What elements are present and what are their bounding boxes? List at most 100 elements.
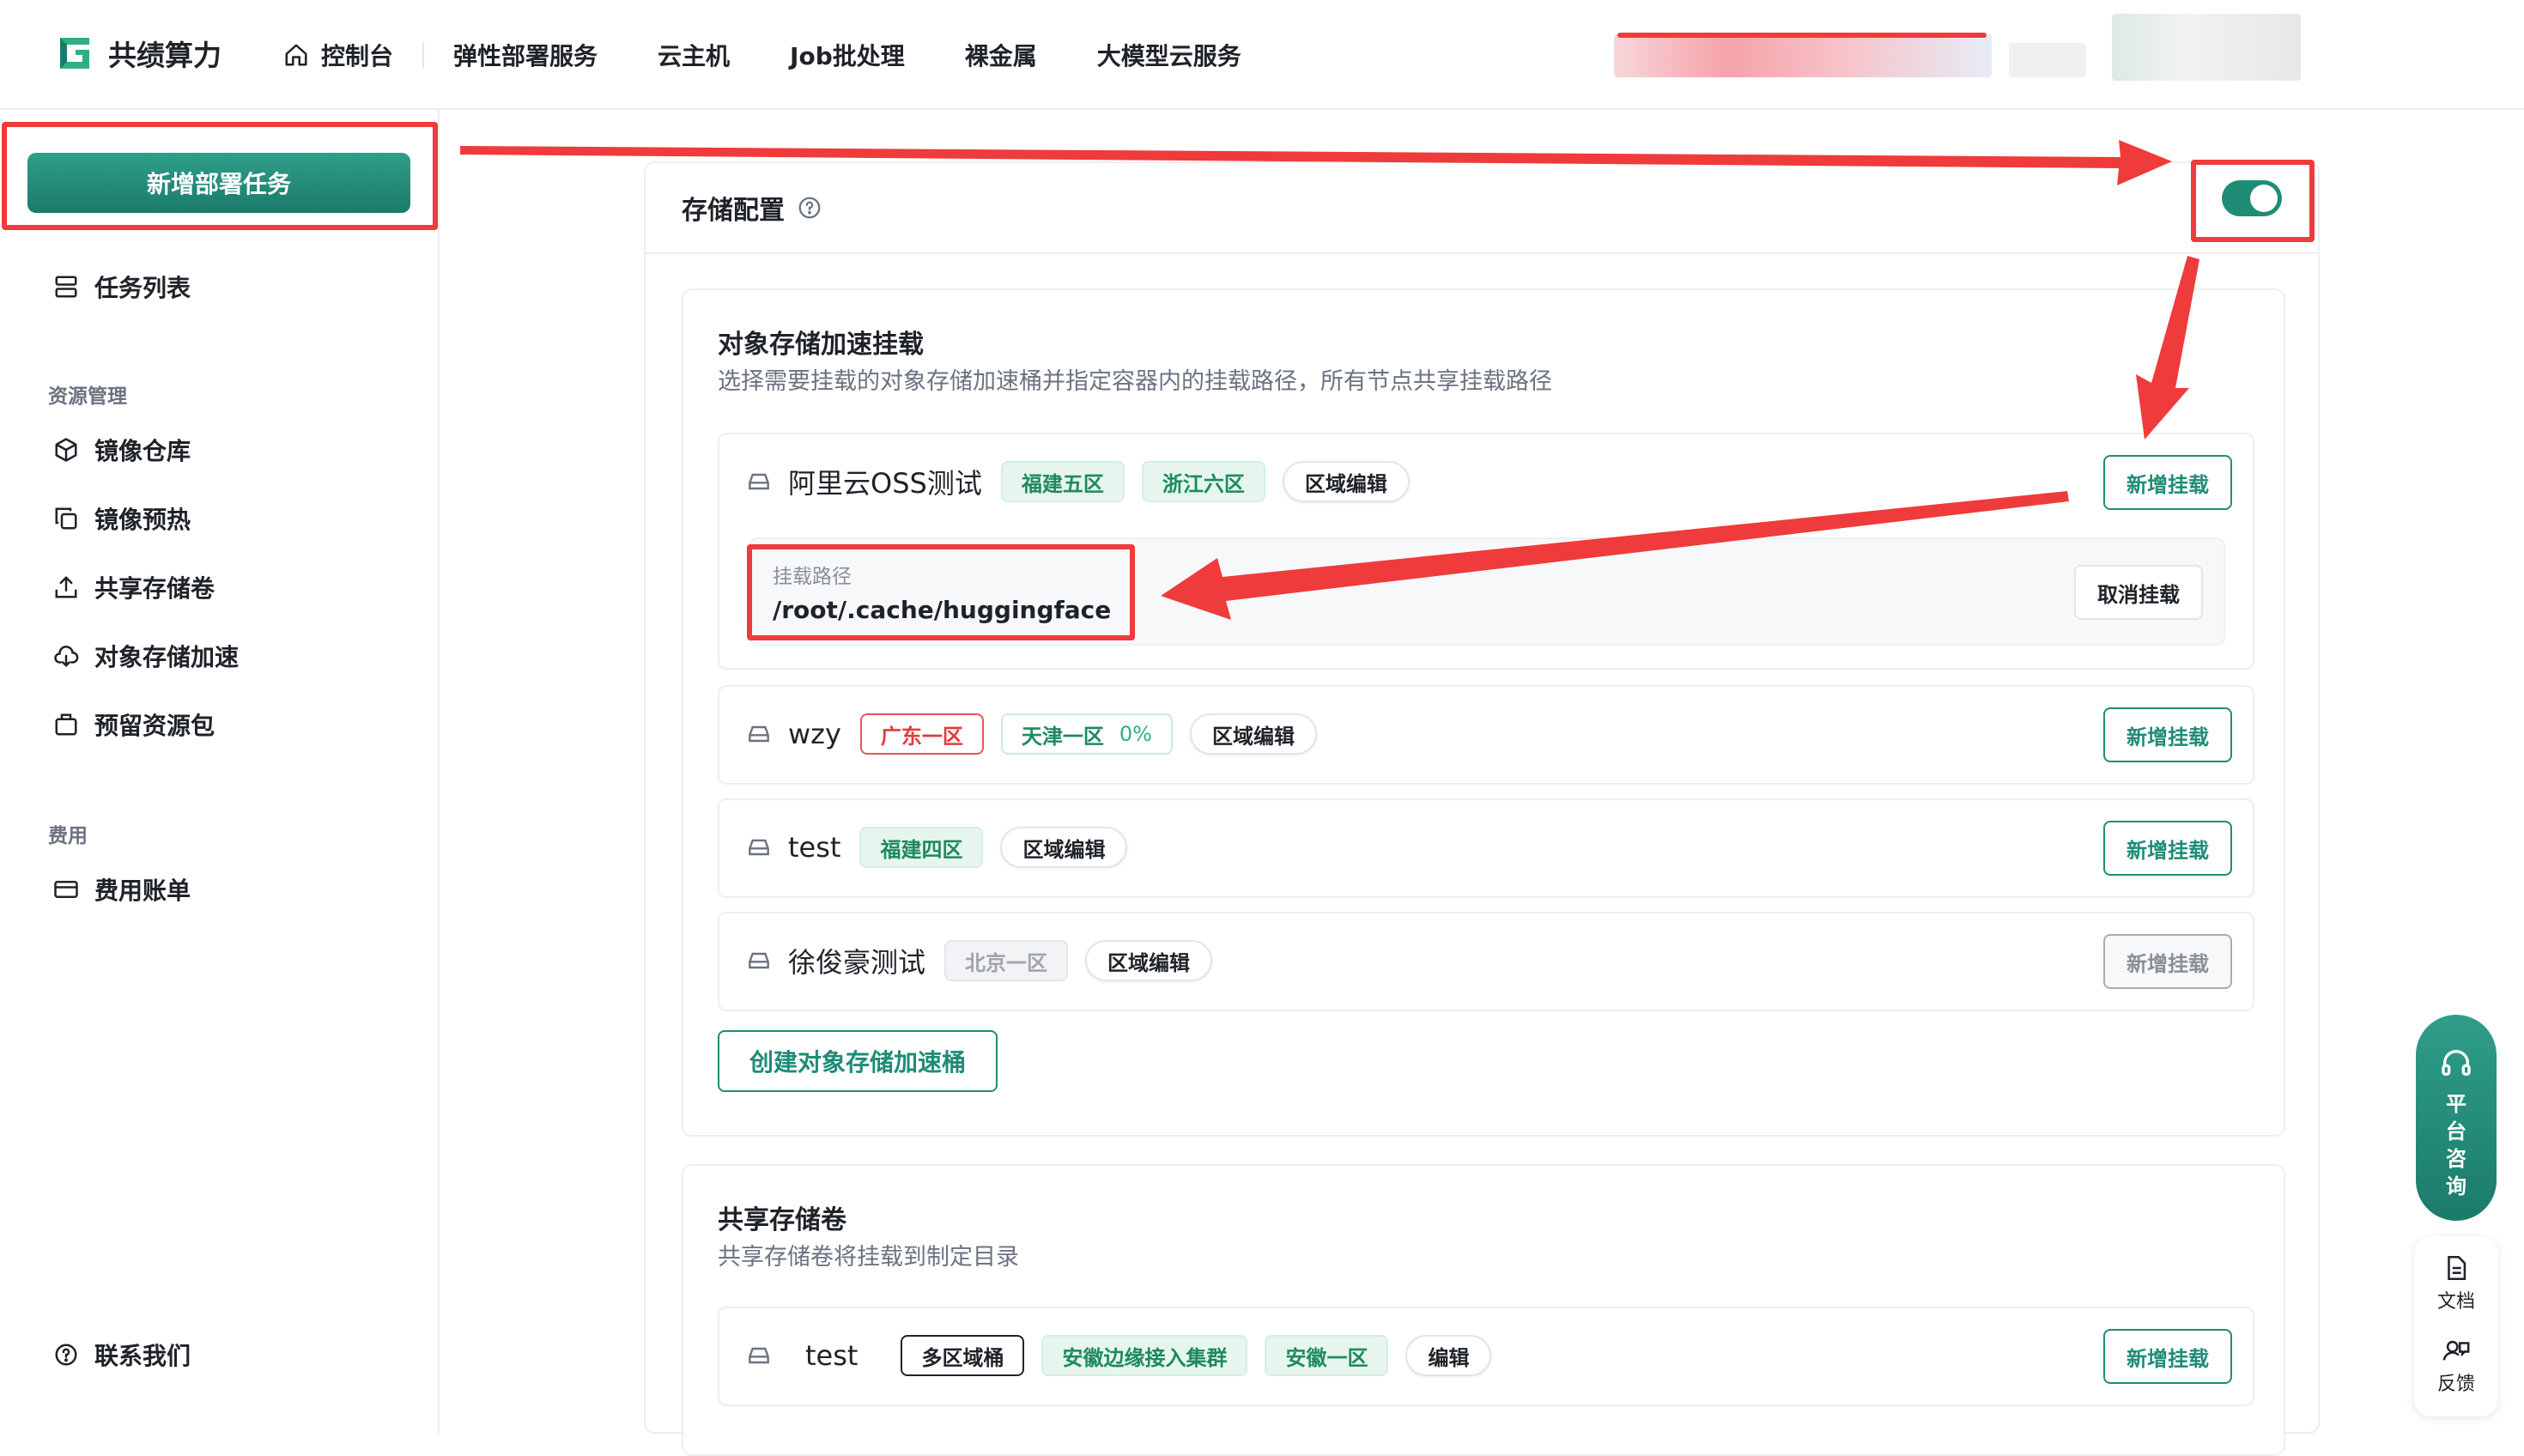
annotation-box-mount-path — [747, 544, 1135, 640]
storage-config-header: 存储配置 — [646, 163, 2318, 254]
bucket-row-head: test 福建四区 区域编辑 — [745, 800, 1128, 895]
storage-config-card: 存储配置 对象存储加速挂载 选择需要挂载的对象存储加速桶并指定容器内的挂载路径，… — [644, 161, 2320, 1456]
bucket-row: wzy 广东一区 天津一区 0% 区域编辑 新增挂载 — [718, 685, 2254, 785]
region-edit-button[interactable]: 区域编辑 — [1000, 827, 1128, 868]
nav-bare-metal[interactable]: 裸金属 — [965, 38, 1037, 72]
platform-consult-label: 平台咨询 — [2446, 1092, 2466, 1198]
storage-config-title-text: 存储配置 — [682, 196, 785, 226]
volume-tag: 安徽一区 — [1265, 1335, 1389, 1376]
sidebar-item-image-preheat[interactable]: 镜像预热 — [53, 501, 191, 536]
nav-label: 云主机 — [658, 42, 731, 70]
region-tag: 福建四区 — [859, 827, 984, 868]
bucket-row: 徐俊豪测试 北京一区 区域编辑 新增挂载 — [718, 912, 2254, 1011]
sidebar-item-label: 共享存储卷 — [94, 574, 215, 603]
cancel-mount-button[interactable]: 取消挂载 — [2074, 565, 2203, 620]
region-tag: 北京一区 — [944, 940, 1069, 981]
home-icon — [285, 44, 307, 66]
bucket-name: test — [788, 831, 841, 864]
sidebar-item-label: 对象存储加速 — [94, 643, 240, 671]
region-edit-button[interactable]: 区域编辑 — [1189, 713, 1317, 755]
nav-job-batch[interactable]: Job批处理 — [790, 38, 905, 72]
region-edit-button[interactable]: 区域编辑 — [1085, 940, 1213, 981]
nav-llm-cloud[interactable]: 大模型云服务 — [1097, 38, 1241, 72]
volume-tag: 安徽边缘接入集群 — [1041, 1335, 1248, 1376]
redacted-avatar[interactable] — [2112, 14, 2301, 81]
annotation-box-new-task — [2, 122, 438, 230]
add-mount-button[interactable]: 新增挂载 — [2103, 934, 2232, 989]
volume-row: test 多区域桶 安徽边缘接入集群 安徽一区 编辑 新增挂载 — [718, 1307, 2254, 1406]
feedback-label: 反馈 — [2436, 1374, 2475, 1395]
feedback-button[interactable]: 反馈 — [2437, 1336, 2475, 1396]
bucket-name: 徐俊豪测试 — [788, 946, 926, 979]
volume-row-head: test 多区域桶 安徽边缘接入集群 安徽一区 编辑 — [745, 1308, 1492, 1403]
help-icon — [55, 1344, 77, 1366]
region-tag-label: 天津一区 — [1021, 724, 1104, 749]
redacted-account-info — [1614, 34, 1992, 77]
sidebar-item-bill[interactable]: 费用账单 — [53, 872, 191, 907]
nav-divider — [422, 42, 425, 68]
add-mount-button[interactable]: 新增挂载 — [2103, 455, 2232, 510]
add-mount-button[interactable]: 新增挂载 — [2103, 821, 2232, 876]
bucket-name: wzy — [788, 718, 841, 750]
cloud-icon — [54, 646, 79, 668]
sidebar-item-contact[interactable]: 联系我们 — [53, 1338, 191, 1372]
upload-icon — [55, 575, 77, 598]
brand-logo[interactable]: 共绩算力 — [53, 33, 221, 74]
sidebar-item-shared-volume[interactable]: 共享存储卷 — [53, 570, 215, 604]
region-tag: 天津一区 0% — [1000, 713, 1173, 755]
drive-icon — [749, 473, 769, 490]
section-description: 选择需要挂载的对象存储加速桶并指定容器内的挂载路径，所有节点共享挂载路径 — [718, 368, 1552, 395]
region-edit-button[interactable]: 区域编辑 — [1282, 461, 1410, 502]
docs-label: 文档 — [2436, 1291, 2475, 1313]
volume-edit-button[interactable]: 编辑 — [1405, 1335, 1492, 1376]
drive-icon — [749, 725, 769, 743]
sidebar-item-reserved-package[interactable]: 预留资源包 — [53, 707, 215, 742]
top-navigation-bar: 共绩算力 控制台 弹性部署服务 云主机 Job批处理 裸金属 大模型云服务 — [0, 0, 2524, 110]
sidebar-group-resource: 资源管理 — [48, 385, 127, 408]
shared-volume-section: 共享存储卷 共享存储卷将挂载到制定目录 test 多区域桶 安徽边缘接入集群 安… — [682, 1164, 2285, 1456]
sidebar-item-label: 镜像仓库 — [94, 437, 191, 465]
drive-icon — [749, 952, 769, 969]
nav-label: 弹性部署服务 — [453, 42, 598, 70]
floating-tools: 文档 反馈 — [2414, 1236, 2498, 1417]
nav-console[interactable]: 控制台 — [283, 38, 393, 72]
drive-icon — [749, 1347, 769, 1364]
bucket-name: 阿里云OSS测试 — [788, 467, 982, 500]
question-icon[interactable] — [797, 195, 822, 221]
redacted-balance — [2009, 43, 2086, 77]
sidebar-item-label: 费用账单 — [94, 877, 191, 905]
nav-label: Job批处理 — [790, 42, 905, 70]
nav-label: 控制台 — [321, 42, 394, 70]
object-storage-section: 对象存储加速挂载 选择需要挂载的对象存储加速桶并指定容器内的挂载路径，所有节点共… — [682, 288, 2285, 1137]
nav-cloud-host[interactable]: 云主机 — [658, 38, 730, 72]
sidebar-item-image-repo[interactable]: 镜像仓库 — [53, 433, 191, 467]
region-progress: 0% — [1119, 722, 1152, 746]
storage-config-title: 存储配置 — [682, 189, 822, 227]
brand-logo-icon — [60, 38, 89, 69]
create-bucket-button[interactable]: 创建对象存储加速桶 — [718, 1030, 998, 1092]
nav-elastic-deploy[interactable]: 弹性部署服务 — [453, 38, 598, 72]
sidebar: 新增部署任务 任务列表 资源管理 镜像仓库 镜像预热 共享存储卷 对象存储加速 … — [0, 110, 440, 1434]
nav-label: 大模型云服务 — [1096, 42, 1241, 70]
section-description: 共享存储卷将挂载到制定目录 — [718, 1244, 1019, 1271]
section-title: 对象存储加速挂载 — [718, 330, 924, 360]
package-icon — [55, 713, 77, 736]
sidebar-item-label: 预留资源包 — [94, 712, 215, 740]
bucket-row: test 福建四区 区域编辑 新增挂载 — [718, 798, 2254, 898]
sidebar-item-label: 任务列表 — [94, 274, 191, 302]
redacted-account-info — [1617, 33, 1987, 38]
main-nav: 控制台 弹性部署服务 云主机 Job批处理 裸金属 大模型云服务 — [283, 0, 1241, 110]
copy-icon — [55, 507, 77, 530]
section-title: 共享存储卷 — [718, 1205, 846, 1235]
add-mount-button[interactable]: 新增挂载 — [2103, 1329, 2232, 1384]
bucket-row-head: 阿里云OSS测试 福建五区 浙江六区 区域编辑 — [745, 434, 1410, 529]
add-mount-button[interactable]: 新增挂载 — [2103, 707, 2232, 762]
region-tag: 福建五区 — [1000, 461, 1125, 502]
docs-button[interactable]: 文档 — [2437, 1253, 2475, 1313]
sidebar-item-task-list[interactable]: 任务列表 — [53, 270, 191, 304]
region-tag: 广东一区 — [859, 713, 984, 755]
bucket-row-head: wzy 广东一区 天津一区 0% 区域编辑 — [745, 687, 1317, 781]
card-icon — [54, 881, 78, 898]
platform-consult-button[interactable]: 平台咨询 — [2416, 1015, 2497, 1221]
sidebar-item-object-storage[interactable]: 对象存储加速 — [53, 639, 239, 673]
